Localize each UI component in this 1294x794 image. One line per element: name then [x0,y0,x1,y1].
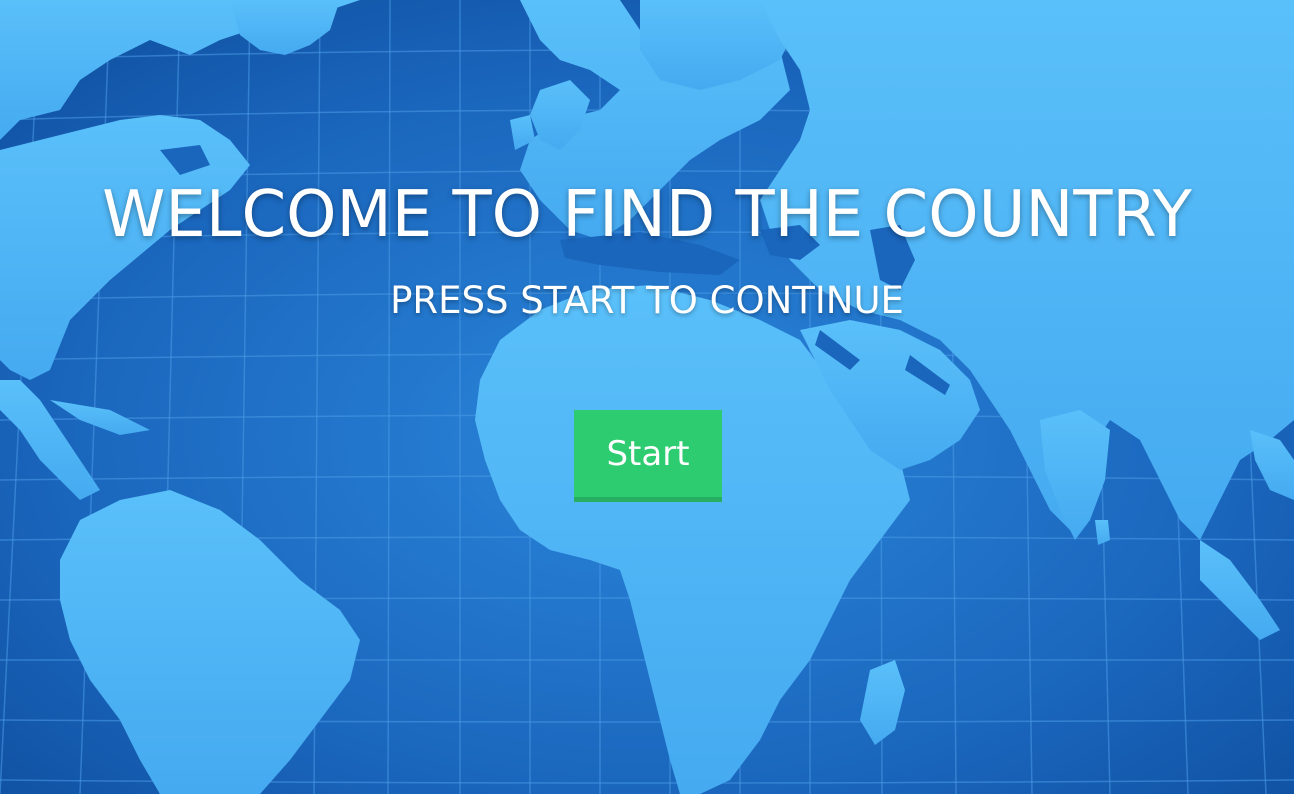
start-button[interactable]: Start [574,410,722,502]
world-map-background [0,0,1294,794]
welcome-title: WELCOME TO FIND THE COUNTRY [102,178,1192,252]
press-start-subtitle: PRESS START TO CONTINUE [390,279,904,322]
